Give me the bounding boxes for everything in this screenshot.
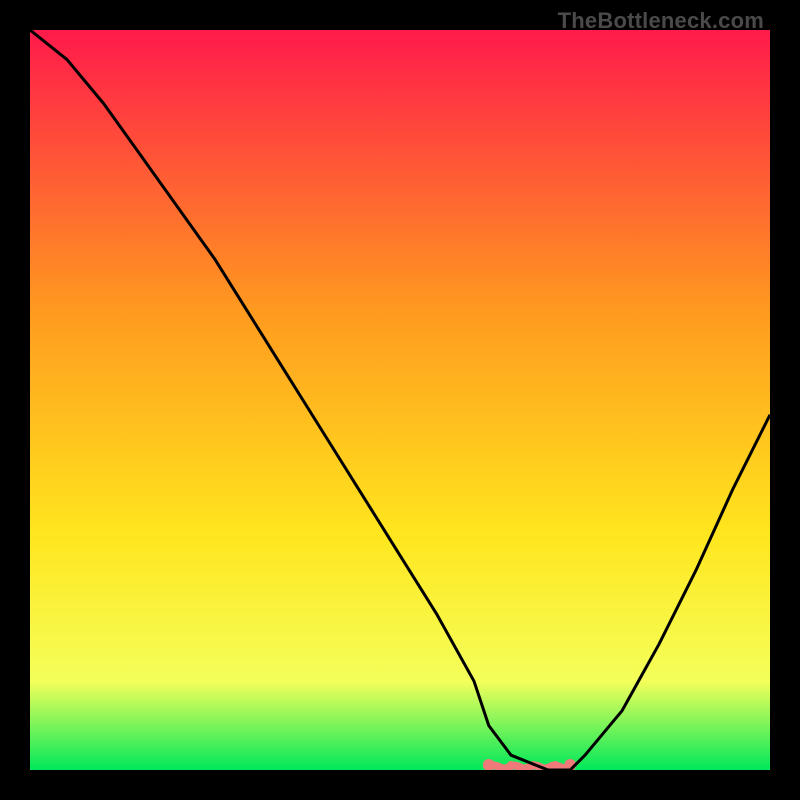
plot-area bbox=[30, 30, 770, 770]
bottleneck-chart bbox=[30, 30, 770, 770]
gradient-background bbox=[30, 30, 770, 770]
chart-stage: TheBottleneck.com bbox=[0, 0, 800, 800]
